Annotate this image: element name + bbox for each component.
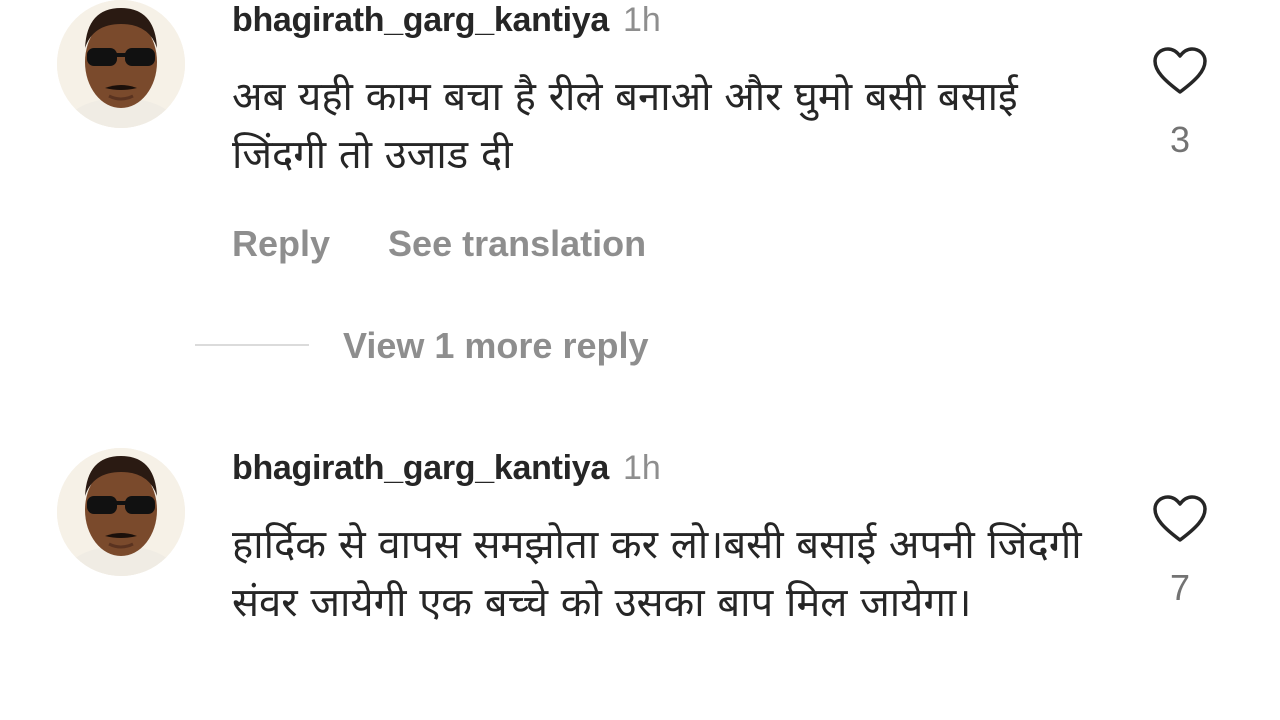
replies-divider xyxy=(195,344,309,346)
comment-time: 1h xyxy=(622,1,661,39)
avatar[interactable] xyxy=(57,448,185,576)
like-control: 7 xyxy=(1150,494,1210,608)
username-link[interactable]: bhagirath_garg_kantiya xyxy=(232,1,609,39)
comment-time: 1h xyxy=(622,449,661,487)
comment-actions: Reply See translation xyxy=(232,222,646,266)
view-more-replies-label[interactable]: View 1 more reply xyxy=(343,322,649,370)
avatar[interactable] xyxy=(57,0,185,128)
user-avatar-icon xyxy=(57,448,185,576)
comment-header: bhagirath_garg_kantiya 1h xyxy=(232,0,661,40)
reply-button[interactable]: Reply xyxy=(232,223,330,264)
like-count: 3 xyxy=(1169,119,1191,160)
comment-header: bhagirath_garg_kantiya 1h xyxy=(232,448,661,488)
heart-outline-icon[interactable] xyxy=(1152,46,1208,96)
user-avatar-icon xyxy=(57,0,185,128)
username-link[interactable]: bhagirath_garg_kantiya xyxy=(232,449,609,487)
comment-text: अब यही काम बचा है रीले बनाओ और घुमो बसी … xyxy=(232,74,1018,178)
like-count: 7 xyxy=(1169,567,1191,608)
see-translation-button[interactable]: See translation xyxy=(388,223,646,264)
comment-text: हार्दिक से वापस समझोता कर लो।बसी बसाई अप… xyxy=(232,522,1082,626)
like-control: 3 xyxy=(1150,46,1210,160)
heart-outline-icon[interactable] xyxy=(1152,494,1208,544)
